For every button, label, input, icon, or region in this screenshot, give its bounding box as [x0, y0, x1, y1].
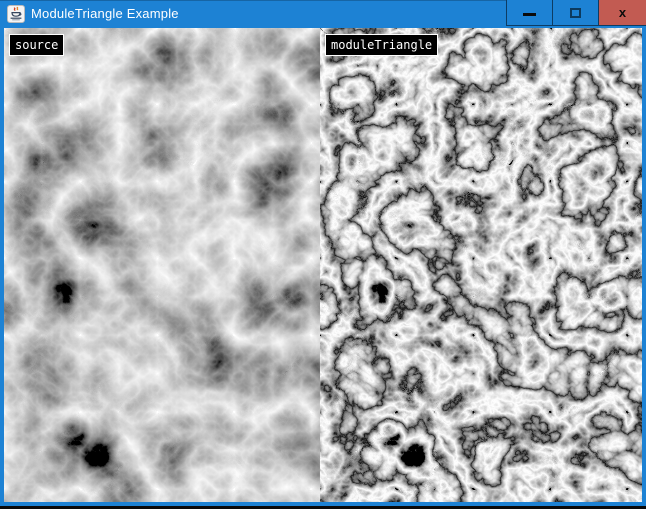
minimize-button[interactable] — [506, 0, 552, 26]
desktop-background: ModuleTriangle Example x — [0, 0, 646, 509]
moduletriangle-noise-image — [320, 28, 642, 502]
java-coffee-cup-icon — [7, 5, 25, 23]
minimize-icon — [523, 13, 536, 16]
moduletriangle-label: moduleTriangle — [325, 34, 438, 56]
content-area: source — [0, 28, 646, 506]
source-label: source — [9, 34, 64, 56]
close-icon: x — [619, 6, 626, 19]
maximize-button[interactable] — [552, 0, 598, 26]
close-button[interactable]: x — [598, 0, 646, 26]
source-panel: source — [4, 28, 320, 502]
moduletriangle-panel: moduleTriangle — [320, 28, 642, 502]
source-noise-image — [4, 28, 320, 502]
maximize-icon — [570, 8, 581, 18]
app-window: ModuleTriangle Example x — [0, 0, 646, 506]
window-title: ModuleTriangle Example — [31, 0, 179, 28]
window-controls: x — [506, 0, 646, 26]
titlebar[interactable]: ModuleTriangle Example x — [0, 0, 646, 28]
